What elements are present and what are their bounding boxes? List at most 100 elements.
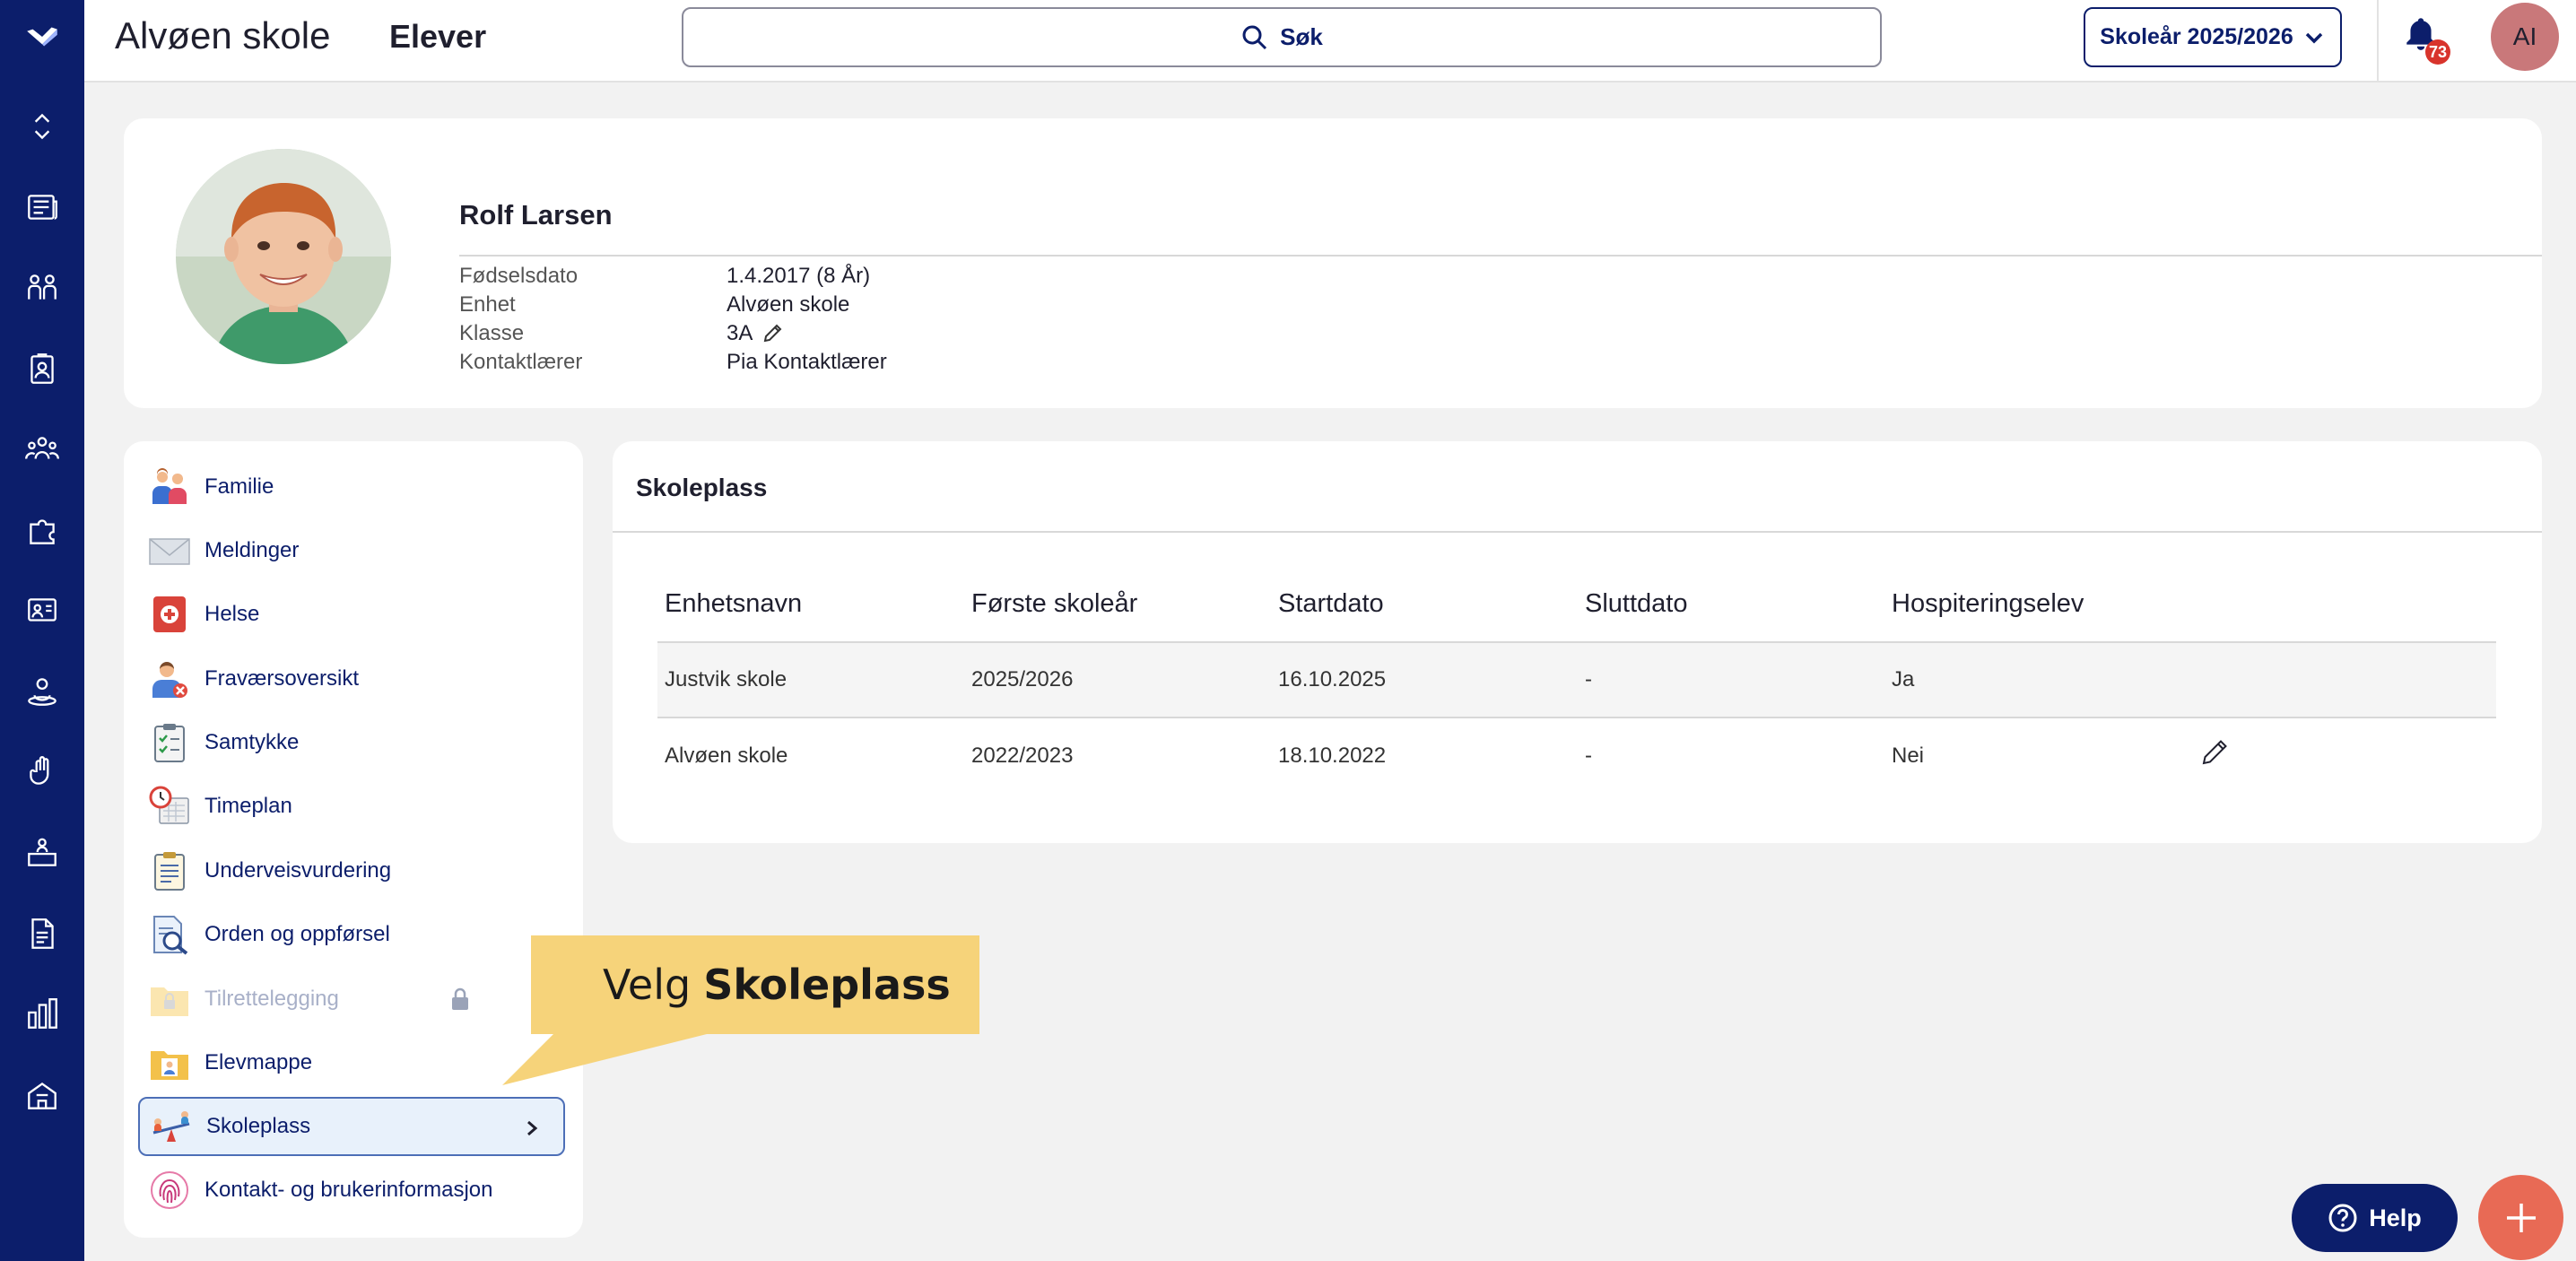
topbar-divider (2377, 0, 2379, 81)
help-button[interactable]: Help (2292, 1184, 2458, 1252)
menu-label-underveisvurdering: Underveisvurdering (205, 858, 392, 883)
notifications-button[interactable]: 73 (2402, 14, 2456, 68)
menu-label-helse: Helse (205, 602, 260, 626)
menu-item-skoleplass[interactable]: Skoleplass (138, 1097, 565, 1156)
newspaper-icon[interactable] (16, 181, 68, 233)
help-icon (2328, 1204, 2357, 1232)
contact-teacher-value: Pia Kontaktlærer (727, 350, 887, 374)
menu-label-skoleplass: Skoleplass (206, 1114, 311, 1138)
hand-raised-icon[interactable] (16, 746, 68, 798)
unit-label: Enhet (459, 292, 516, 317)
table-cell: Justvik skole (657, 642, 964, 718)
menu-item-fravaersoversikt[interactable]: Fraværsoversikt (138, 649, 565, 709)
callout-bold: Skoleplass (703, 961, 951, 1009)
schedule-icon (149, 786, 189, 824)
board-icon[interactable] (16, 585, 68, 637)
clipboard-badge-icon[interactable] (16, 343, 68, 395)
table-cell-actions (2191, 717, 2496, 793)
student-name: Rolf Larsen (459, 199, 613, 230)
school-year-label: Skoleår 2025/2026 (2100, 24, 2293, 49)
notification-badge: 73 (2425, 39, 2451, 65)
column-header: Sluttdato (1578, 567, 1884, 643)
search-label: Søk (1280, 23, 1323, 50)
column-header: Første skoleår (964, 567, 1271, 643)
page-title: Elever (389, 18, 487, 55)
school-building-icon[interactable] (16, 1069, 68, 1121)
menu-label-orden-og-oppforsel: Orden og oppførsel (205, 922, 390, 946)
student-folder-icon (151, 1051, 188, 1080)
health-icon (153, 596, 186, 632)
table-cell: - (1585, 743, 1592, 768)
birthdate-value: 1.4.2017 (8 År) (727, 264, 871, 288)
app-title: Alvøen skole (115, 14, 331, 57)
top-bar: Alvøen skole Elever Søk Skoleår 2025/202… (84, 0, 2576, 83)
people-icon[interactable] (16, 262, 68, 314)
puzzle-icon[interactable] (16, 504, 68, 556)
menu-item-underveisvurdering[interactable]: Underveisvurdering (138, 841, 565, 900)
menu-item-familie[interactable]: Familie (138, 457, 565, 517)
person-shared-icon[interactable] (16, 665, 68, 717)
menu-item-elevmappe[interactable]: Elevmappe (138, 1033, 565, 1092)
menu-item-orden-og-oppforsel[interactable]: Orden og oppførsel (138, 905, 565, 964)
seesaw-icon (152, 1111, 190, 1142)
student-profile-card: Rolf Larsen Fødselsdato 1.4.2017 (8 År) … (124, 118, 2542, 408)
fingerprint-icon (151, 1171, 188, 1209)
chevron-down-icon (2305, 32, 2322, 43)
table-cell: Alvøen skole (665, 743, 788, 768)
plus-icon (2506, 1203, 2536, 1232)
menu-label-familie: Familie (205, 474, 274, 499)
bar-chart-icon[interactable] (16, 988, 68, 1040)
column-header: Hospiteringselev (1884, 567, 2191, 643)
class-label: Klasse (459, 321, 525, 345)
pencil-icon (2202, 740, 2227, 765)
unit-value: Alvøen skole (727, 292, 850, 317)
student-photo (176, 149, 391, 364)
table-cell: 18.10.2022 (1278, 743, 1387, 768)
envelope-icon (149, 538, 190, 565)
expand-collapse-icon[interactable] (16, 100, 68, 152)
logo-icon[interactable] (16, 11, 68, 63)
menu-item-meldinger[interactable]: Meldinger (138, 521, 565, 580)
document-icon[interactable] (16, 908, 68, 960)
menu-label-fravaersoversikt: Fraværsoversikt (205, 666, 360, 691)
desk-icon[interactable] (16, 827, 68, 879)
add-button[interactable] (2478, 1175, 2563, 1260)
school-placement-table: Enhetsnavn Første skoleår Startdato Slut… (657, 567, 2496, 793)
table-header-row: Enhetsnavn Første skoleår Startdato Slut… (657, 567, 2496, 643)
search-icon (1242, 25, 1267, 49)
group-icon[interactable] (16, 423, 68, 475)
table-cell: Nei (1892, 743, 1925, 768)
column-header: Startdato (1271, 567, 1578, 643)
search-input[interactable]: Søk (682, 7, 1882, 67)
consent-clipboard-icon (154, 724, 185, 762)
school-placement-divider (613, 531, 2542, 533)
locked-folder-icon (151, 987, 188, 1016)
table-row: Justvik skole 2025/2026 16.10.2025 - Ja (657, 642, 2496, 718)
menu-label-kontakt-og-brukerinformasjon: Kontakt- og brukerinformasjon (205, 1178, 493, 1202)
menu-item-samtykke[interactable]: Samtykke (138, 713, 565, 772)
menu-label-tilrettelegging: Tilrettelegging (205, 987, 339, 1011)
guide-callout: Velg Skoleplass (531, 935, 979, 1034)
absence-icon (152, 662, 187, 698)
menu-item-helse[interactable]: Helse (138, 585, 565, 644)
table-cell: - (1578, 642, 1884, 718)
column-header: Enhetsnavn (657, 567, 964, 643)
contact-teacher-label: Kontaktlærer (459, 350, 583, 374)
side-rail (0, 0, 84, 1261)
edit-class-pencil-icon[interactable] (761, 323, 783, 344)
menu-label-meldinger: Meldinger (205, 538, 300, 562)
menu-label-timeplan: Timeplan (205, 794, 292, 818)
family-icon (152, 468, 187, 504)
user-avatar[interactable]: AI (2491, 3, 2559, 71)
birthdate-label: Fødselsdato (459, 264, 579, 288)
menu-item-kontakt-og-brukerinformasjon[interactable]: Kontakt- og brukerinformasjon (138, 1161, 565, 1220)
conduct-icon (153, 916, 188, 955)
edit-placement-button[interactable] (2198, 736, 2231, 769)
table-cell-actions (2191, 642, 2496, 718)
table-row: Alvøen skole 2022/2023 18.10.2022 - Nei (657, 717, 2496, 793)
table-cell: 16.10.2025 (1271, 642, 1578, 718)
help-label: Help (2369, 1204, 2422, 1231)
menu-item-timeplan[interactable]: Timeplan (138, 777, 565, 836)
school-year-select[interactable]: Skoleår 2025/2026 (2084, 7, 2342, 67)
chevron-right-icon (527, 1120, 538, 1136)
